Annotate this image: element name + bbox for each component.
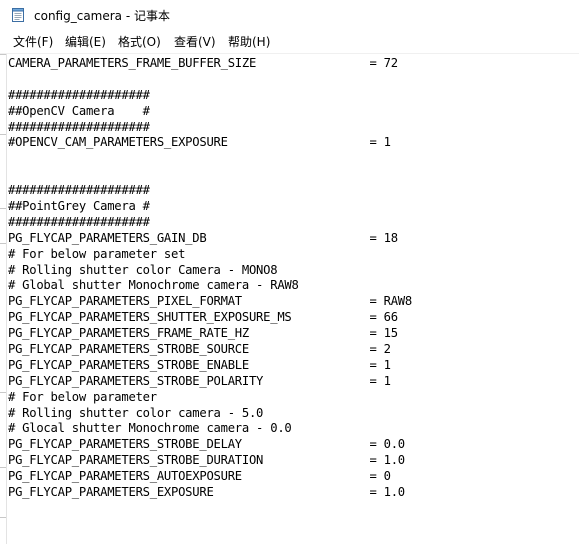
text-line: #OPENCV_CAM_PARAMETERS_EXPOSURE = 1 bbox=[8, 135, 391, 150]
notepad-icon bbox=[10, 7, 26, 23]
text-line: PG_FLYCAP_PARAMETERS_STROBE_POLARITY = 1 bbox=[8, 373, 391, 388]
menu-edit[interactable]: 编辑(E) bbox=[65, 33, 106, 50]
notepad-window: config_camera - 记事本 文件(F) 编辑(E) 格式(O) 查看… bbox=[0, 0, 579, 544]
text-line: # Glocal shutter Monochrome camera - 0.0 bbox=[8, 421, 292, 436]
text-line: PG_FLYCAP_PARAMETERS_EXPOSURE = 1.0 bbox=[8, 485, 405, 500]
text-line: #################### bbox=[8, 214, 150, 229]
text-line: # Rolling shutter color Camera - MONO8 bbox=[8, 262, 278, 277]
gutter-mark bbox=[0, 467, 6, 468]
text-line: # For below parameter bbox=[8, 389, 157, 404]
text-line: PG_FLYCAP_PARAMETERS_AUTOEXPOSURE = 0 bbox=[8, 469, 391, 484]
text-line: # For below parameter set bbox=[8, 246, 186, 261]
text-editor[interactable]: CAMERA_PARAMETERS_FRAME_BUFFER_SIZE = 72… bbox=[0, 53, 579, 544]
gutter-mark bbox=[0, 134, 6, 135]
text-line: ##PointGrey Camera # bbox=[8, 199, 150, 214]
text-line: # Rolling shutter color camera - 5.0 bbox=[8, 405, 264, 420]
left-border bbox=[0, 54, 7, 544]
text-line: PG_FLYCAP_PARAMETERS_STROBE_ENABLE = 1 bbox=[8, 357, 391, 372]
gutter-mark bbox=[0, 54, 6, 55]
text-line: PG_FLYCAP_PARAMETERS_STROBE_DELAY = 0.0 bbox=[8, 437, 405, 452]
text-line: ##OpenCV Camera # bbox=[8, 103, 150, 118]
gutter-mark bbox=[0, 392, 6, 393]
text-line: PG_FLYCAP_PARAMETERS_FRAME_RATE_HZ = 15 bbox=[8, 326, 398, 341]
title-bar[interactable]: config_camera - 记事本 bbox=[0, 0, 579, 30]
text-line: PG_FLYCAP_PARAMETERS_STROBE_DURATION = 1… bbox=[8, 453, 405, 468]
text-line bbox=[8, 517, 568, 533]
gutter-mark bbox=[0, 243, 6, 244]
text-line: CAMERA_PARAMETERS_FRAME_BUFFER_SIZE = 72 bbox=[8, 56, 398, 70]
text-line bbox=[8, 72, 568, 88]
text-line bbox=[8, 501, 568, 517]
text-line: # Global shutter Monochrome camera - RAW… bbox=[8, 278, 299, 293]
text-line: #################### bbox=[8, 183, 150, 198]
text-line: PG_FLYCAP_PARAMETERS_STROBE_SOURCE = 2 bbox=[8, 342, 391, 357]
text-line bbox=[8, 167, 568, 183]
gutter-mark bbox=[0, 208, 6, 209]
gutter-mark bbox=[0, 517, 6, 518]
menu-format[interactable]: 格式(O) bbox=[118, 33, 161, 50]
window-title: config_camera - 记事本 bbox=[34, 9, 170, 23]
text-line: PG_FLYCAP_PARAMETERS_GAIN_DB = 18 bbox=[8, 230, 398, 245]
text-line: PG_FLYCAP_PARAMETERS_PIXEL_FORMAT = RAW8 bbox=[8, 294, 412, 309]
menu-view[interactable]: 查看(V) bbox=[174, 33, 216, 50]
text-line: #################### bbox=[8, 119, 150, 134]
text-line: #################### bbox=[8, 87, 150, 102]
menu-bar: 文件(F) 编辑(E) 格式(O) 查看(V) 帮助(H) bbox=[0, 30, 579, 52]
text-line bbox=[8, 151, 568, 167]
text-line: PG_FLYCAP_PARAMETERS_SHUTTER_EXPOSURE_MS… bbox=[8, 310, 398, 325]
document-text[interactable]: CAMERA_PARAMETERS_FRAME_BUFFER_SIZE = 72… bbox=[8, 56, 568, 543]
menu-help[interactable]: 帮助(H) bbox=[228, 33, 270, 50]
menu-file[interactable]: 文件(F) bbox=[13, 33, 53, 50]
